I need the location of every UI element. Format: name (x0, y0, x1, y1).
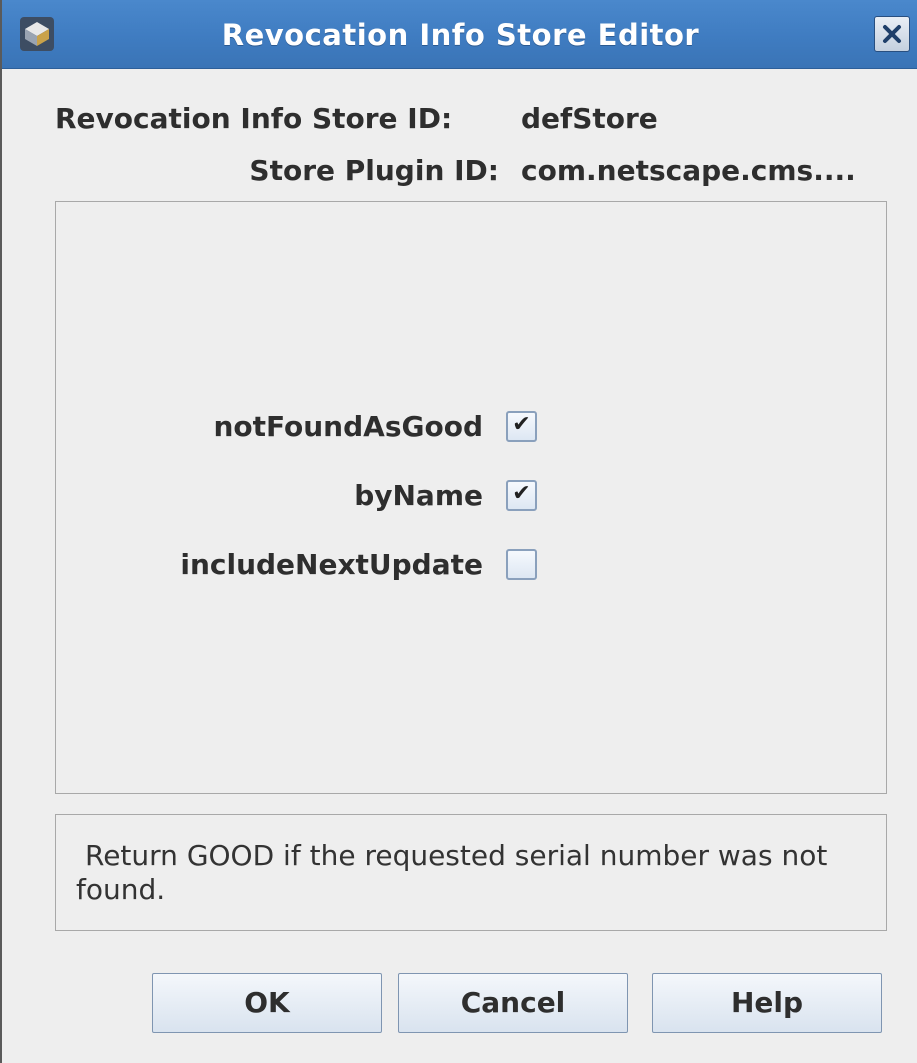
title-bar[interactable]: Revocation Info Store Editor (2, 0, 917, 69)
close-button[interactable] (874, 16, 910, 52)
notfoundasgood-checkbox[interactable]: ✔ (506, 411, 537, 442)
includenextupdate-checkbox[interactable] (506, 549, 537, 580)
ok-button[interactable]: OK (152, 973, 382, 1033)
store-id-value: defStore (521, 102, 658, 135)
param-row-includenextupdate: includeNextUpdate (56, 544, 888, 584)
window-title: Revocation Info Store Editor (221, 18, 700, 52)
param-row-byname: byName ✔ (56, 475, 888, 515)
param-label: byName (354, 479, 483, 512)
plugin-id-value: com.netscape.cms.... (521, 154, 856, 187)
plugin-id-label: Store Plugin ID: (249, 154, 499, 187)
cancel-button[interactable]: Cancel (398, 973, 628, 1033)
help-text: Return GOOD if the requested serial numb… (76, 839, 828, 906)
close-icon (883, 25, 901, 43)
byname-checkbox[interactable]: ✔ (506, 480, 537, 511)
check-icon: ✔ (512, 481, 531, 506)
help-button[interactable]: Help (652, 973, 882, 1033)
param-label: includeNextUpdate (180, 548, 483, 581)
dialog-window: Revocation Info Store Editor Revocation … (0, 0, 917, 1063)
check-icon: ✔ (512, 412, 531, 437)
help-text-panel: Return GOOD if the requested serial numb… (55, 814, 887, 931)
parameters-panel: notFoundAsGood ✔ byName ✔ includeNextUpd… (55, 201, 887, 794)
param-label: notFoundAsGood (213, 410, 483, 443)
store-id-label: Revocation Info Store ID: (55, 102, 453, 135)
param-row-notfoundasgood: notFoundAsGood ✔ (56, 406, 888, 446)
